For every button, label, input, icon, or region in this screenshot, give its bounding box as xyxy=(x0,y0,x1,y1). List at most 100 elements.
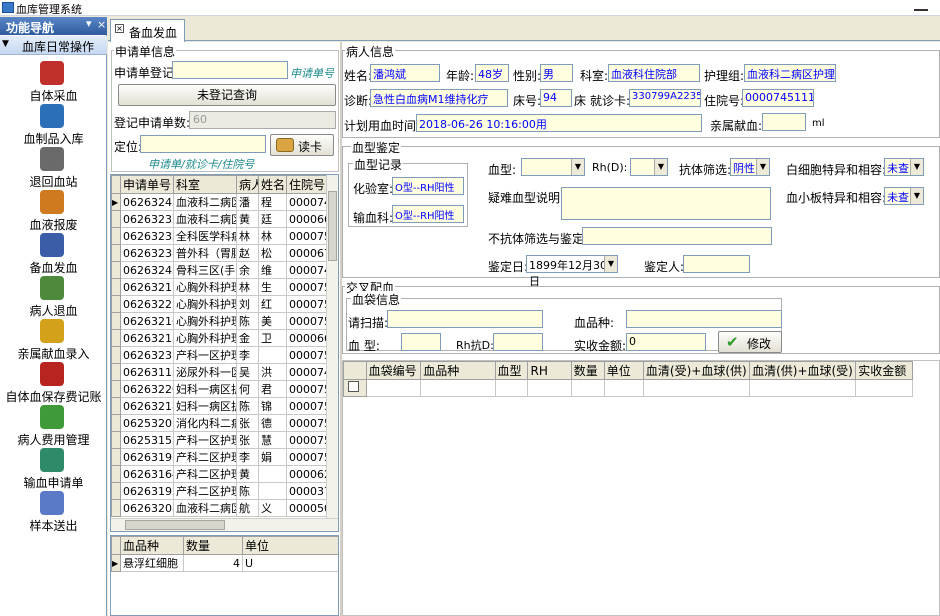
table-cell[interactable]: 06263208 xyxy=(120,499,174,517)
nav-item[interactable]: 输血申请单 xyxy=(0,448,107,491)
nav-item[interactable]: 备血发血 xyxy=(0,233,107,276)
table-cell[interactable]: 06263220 xyxy=(120,380,174,398)
column-header[interactable]: 单位 xyxy=(242,536,338,555)
nav-item[interactable]: 病人费用管理 xyxy=(0,405,107,448)
table-cell[interactable]: 张 xyxy=(236,431,259,449)
table-cell[interactable]: 心胸外科护理 xyxy=(173,329,237,347)
nav-item[interactable]: 自体血保存费记账 xyxy=(0,362,107,405)
diagnosis-field[interactable]: 急性白血病M1维持化疗 xyxy=(370,89,508,107)
lab-type-field[interactable]: O型--RH阳性 xyxy=(392,177,464,195)
tab-close-icon[interactable]: × xyxy=(115,24,124,33)
bed-field[interactable]: 94 xyxy=(540,89,572,107)
table-row[interactable]: ▶06263245血液科二病区潘程00007453 xyxy=(111,193,330,211)
nav-group-header[interactable]: ▼ 血库日常操作 xyxy=(0,36,107,55)
column-header[interactable]: 数量 xyxy=(183,536,243,555)
age-field[interactable]: 48岁 xyxy=(475,64,509,82)
read-card-button[interactable]: 读卡 xyxy=(270,134,334,156)
table-cell[interactable]: 00005057 xyxy=(286,499,330,517)
row-indicator[interactable] xyxy=(111,448,121,466)
table-cell[interactable]: 妇科一病区护 xyxy=(173,397,237,415)
table-cell[interactable]: 林 xyxy=(236,278,259,296)
nav-item[interactable]: 样本送出 xyxy=(0,491,107,534)
table-row[interactable]: 06263232血液科二病区黄廷00006619 xyxy=(111,210,330,228)
application-table-hscroll[interactable] xyxy=(111,518,338,531)
table-cell[interactable]: 06263113 xyxy=(120,363,174,381)
bag-bloodtype-field[interactable] xyxy=(401,333,441,351)
table-cell[interactable] xyxy=(527,379,572,397)
table-cell[interactable]: 00007534 xyxy=(286,295,330,313)
row-indicator[interactable] xyxy=(111,414,121,432)
table-cell[interactable]: 06263218 xyxy=(120,397,174,415)
column-header[interactable]: 血品种 xyxy=(120,536,184,555)
table-cell[interactable]: 00007529 xyxy=(286,380,330,398)
card-field[interactable]: 330799A22355 xyxy=(629,89,701,107)
table-cell[interactable]: 00006619 xyxy=(286,210,330,228)
table-cell[interactable]: 00007528 xyxy=(286,414,330,432)
table-cell[interactable] xyxy=(603,379,644,397)
table-cell[interactable]: 赵 xyxy=(236,244,259,262)
bag-rh-field[interactable] xyxy=(493,333,543,351)
irregular-antibody-field[interactable] xyxy=(582,227,772,245)
table-cell[interactable]: 00007459 xyxy=(286,261,330,279)
table-cell[interactable]: 黄 xyxy=(236,210,259,228)
table-row[interactable]: 06263208血液科二病区航义00005057 xyxy=(111,499,330,517)
table-cell[interactable]: 何 xyxy=(236,380,259,398)
scan-input[interactable] xyxy=(387,310,543,328)
table-cell[interactable]: 00007542 xyxy=(286,448,330,466)
table-cell[interactable]: 00007531 xyxy=(286,278,330,296)
table-cell[interactable] xyxy=(494,379,529,397)
row-indicator[interactable] xyxy=(111,363,121,381)
table-row[interactable]: 06253152产科一区护理张慧00007542 xyxy=(111,431,330,449)
table-cell[interactable]: 00007517 xyxy=(286,397,330,415)
table-cell[interactable]: 洪 xyxy=(258,363,287,381)
minimize-button[interactable] xyxy=(914,3,928,11)
product-field[interactable] xyxy=(626,310,782,328)
blood-product-table[interactable]: 血品种 数量 单位 ▶ 悬浮红细胞 4 U xyxy=(110,535,339,616)
table-cell[interactable]: 06253201 xyxy=(120,414,174,432)
dept-field[interactable]: 血液科住院部 xyxy=(608,64,700,82)
plt-select[interactable]: 未查 ▼ xyxy=(884,187,924,205)
name-field[interactable]: 潘鸿斌 xyxy=(370,64,440,82)
inpatient-no-field[interactable]: 0000745111 xyxy=(742,89,814,107)
table-cell[interactable] xyxy=(258,465,287,483)
table-cell[interactable]: 红 xyxy=(258,295,287,313)
column-header[interactable]: 姓名 xyxy=(258,175,287,194)
crossmatch-table[interactable]: 血袋编号 血品种 血型 RH 数量 单位 血清(受)+血球(供) 血清(供)+血球(受) 实收金… xyxy=(342,360,940,616)
column-header[interactable]: 血清(供)+血球(受) xyxy=(749,361,857,380)
typing-date-picker[interactable]: 1899年12月30日 ▼ xyxy=(526,255,618,288)
table-cell[interactable]: 消化内科二病区 xyxy=(173,414,237,432)
wbc-select[interactable]: 未查 ▼ xyxy=(884,158,924,176)
table-row[interactable]: 06263215心胸外科护理金卫00006634 xyxy=(111,329,330,347)
table-cell[interactable]: 锦 xyxy=(258,397,287,415)
nurse-group-field[interactable]: 血液科二病区护理 xyxy=(744,64,836,82)
table-row[interactable]: 06263231产科一区护理李 00007544 xyxy=(111,346,330,364)
column-header[interactable]: 数量 xyxy=(570,361,605,380)
transfusion-type-field[interactable]: O型--RH阳性 xyxy=(392,205,464,223)
row-indicator[interactable] xyxy=(111,329,121,347)
table-cell[interactable]: 血液科二病区 xyxy=(173,193,237,211)
abo-select[interactable]: ▼ xyxy=(521,158,585,176)
table-cell[interactable]: 美 xyxy=(258,312,287,330)
table-cell[interactable]: 00007530 xyxy=(286,312,330,330)
table-cell[interactable]: 06263231 xyxy=(120,346,174,364)
column-header[interactable]: 血品种 xyxy=(420,361,496,380)
table-cell[interactable]: 00006263 xyxy=(286,465,330,483)
identifier-field[interactable] xyxy=(683,255,750,273)
table-cell[interactable]: 泌尿外科一区 xyxy=(173,363,237,381)
column-header[interactable]: 血清(受)+血球(供) xyxy=(642,361,751,380)
column-header[interactable]: 血型 xyxy=(494,361,529,380)
row-indicator[interactable]: ▶ xyxy=(111,554,121,572)
table-row[interactable]: 06263238普外科（胃肠）赵松00006717 xyxy=(111,244,330,262)
table-cell[interactable] xyxy=(365,379,422,397)
table-cell[interactable]: 慧 xyxy=(258,431,287,449)
table-cell[interactable]: 义 xyxy=(258,499,287,517)
table-cell[interactable]: 悬浮红细胞 xyxy=(120,554,184,572)
table-row[interactable]: ▶ 悬浮红细胞 4 U xyxy=(111,554,338,572)
table-cell[interactable]: 06263233 xyxy=(120,227,174,245)
table-cell[interactable]: 00006717 xyxy=(286,244,330,262)
column-header[interactable]: 科室 xyxy=(173,175,237,194)
table-cell[interactable]: 张 xyxy=(236,414,259,432)
edit-button[interactable]: ✔ 修改 xyxy=(718,331,782,353)
row-indicator[interactable] xyxy=(111,465,121,483)
table-cell[interactable]: 产科二区护理 xyxy=(173,482,237,500)
